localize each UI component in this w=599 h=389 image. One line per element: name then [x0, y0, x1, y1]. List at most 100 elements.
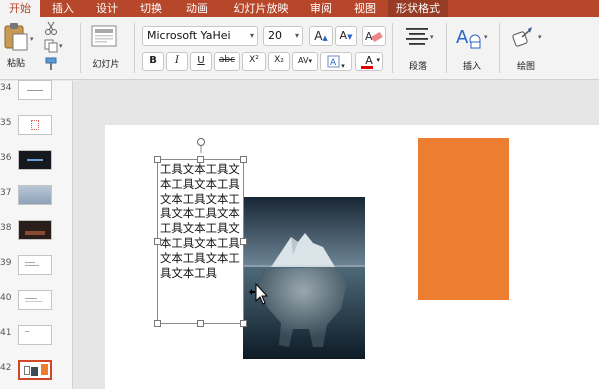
superscript-button[interactable]: X²	[242, 52, 266, 71]
strikethrough-button[interactable]: abc	[214, 52, 240, 71]
resize-handle[interactable]	[197, 156, 204, 163]
text-effects-icon: A	[327, 55, 340, 68]
tab-insert[interactable]: 插入	[46, 0, 80, 17]
resize-handle[interactable]	[154, 156, 161, 163]
chevron-down-icon: ▾	[249, 31, 254, 40]
thumbnail-number: 36	[0, 153, 12, 163]
format-painter-icon[interactable]	[44, 57, 58, 71]
thumb-line	[25, 262, 35, 263]
slide-thumbnail[interactable]	[18, 220, 52, 240]
separator	[446, 23, 447, 73]
separator	[134, 23, 135, 73]
thumb-mark	[25, 231, 45, 235]
menu-bar: 开始 插入 设计 切换 动画 幻灯片放映 审阅 视图 形状格式	[0, 0, 599, 17]
orange-rectangle[interactable]	[418, 138, 509, 300]
move-cursor-icon	[249, 283, 269, 305]
iceberg-picture	[243, 197, 365, 359]
rotate-handle-icon[interactable]	[196, 137, 206, 153]
tab-design[interactable]: 设计	[90, 0, 124, 17]
thumb-line	[27, 90, 43, 91]
draw-label: 绘图	[516, 62, 535, 72]
thumb-line	[25, 265, 39, 266]
thumb-mark	[24, 366, 30, 375]
svg-text:A: A	[456, 27, 469, 48]
separator	[499, 23, 500, 73]
insert-button[interactable]: A ▾ 插入	[452, 23, 494, 72]
slide-thumbnail[interactable]	[18, 115, 52, 135]
subscript-button[interactable]: X₂	[268, 52, 290, 71]
eraser-icon: A	[365, 30, 383, 43]
copy-dropdown-icon[interactable]: ▾	[59, 42, 63, 50]
tab-slideshow[interactable]: 幻灯片放映	[228, 0, 294, 17]
slide-thumbnail[interactable]	[18, 255, 52, 275]
ribbon: 粘贴 ▾ ▾ 幻灯片 Microsoft YaHei ▾ 20 ▾ A▲ A▼	[0, 17, 599, 80]
thumbnail-number: 37	[0, 188, 12, 198]
font-size-select[interactable]: 20 ▾	[263, 26, 303, 46]
tab-animations[interactable]: 动画	[180, 0, 214, 17]
slide-thumbnail-selected[interactable]	[18, 360, 52, 380]
textbox-selection-frame	[157, 159, 244, 324]
grow-font-button[interactable]: A▲	[309, 26, 333, 46]
align-text-icon	[406, 28, 428, 45]
insert-label: 插入	[462, 62, 481, 72]
thumb-line	[25, 301, 43, 302]
paragraph-button[interactable]: ▾ 段落	[400, 23, 442, 72]
thumb-line	[27, 159, 43, 161]
slide-thumbnail[interactable]	[18, 150, 52, 170]
arrow-down-icon: ▼	[347, 33, 353, 41]
resize-handle[interactable]	[240, 156, 247, 163]
chevron-down-icon: ▾	[538, 33, 542, 41]
thumb-mark	[31, 120, 39, 130]
font-name-value: Microsoft YaHei	[147, 29, 231, 42]
tab-view[interactable]: 视图	[348, 0, 382, 17]
thumb-mark	[41, 364, 48, 375]
resize-handle[interactable]	[197, 320, 204, 327]
resize-handle[interactable]	[154, 320, 161, 327]
chevron-down-icon: ▾	[376, 56, 380, 64]
slides-label: 幻灯片	[92, 60, 120, 70]
arrow-up-icon: ▲	[322, 34, 328, 42]
bold-button[interactable]: B	[142, 52, 164, 71]
font-name-select[interactable]: Microsoft YaHei ▾	[142, 26, 258, 46]
thumbnail-number: 34	[0, 83, 12, 93]
paste-dropdown-icon[interactable]: ▾	[30, 35, 34, 43]
clear-formatting-button[interactable]: A	[362, 26, 386, 46]
shrink-font-letter: A	[339, 29, 348, 42]
chevron-down-icon: ▾	[294, 31, 299, 40]
tab-shape-format[interactable]: 形状格式	[388, 0, 448, 17]
scissors-icon[interactable]	[44, 21, 58, 35]
tab-home[interactable]: 开始	[0, 0, 40, 17]
char-spacing-letters: AV	[298, 56, 309, 65]
resize-handle[interactable]	[240, 320, 247, 327]
new-slide-button[interactable]: 幻灯片	[87, 21, 123, 70]
iceberg-image[interactable]	[243, 197, 365, 359]
thumbnail-number: 39	[0, 258, 12, 268]
text-effects-button[interactable]: A ▾	[320, 52, 352, 71]
italic-button[interactable]: I	[166, 52, 188, 71]
font-color-button[interactable]: A ▾	[355, 52, 383, 71]
slide-thumbnail[interactable]	[18, 325, 52, 345]
slide-thumbnail[interactable]	[18, 290, 52, 310]
svg-text:A: A	[330, 58, 337, 68]
chevron-down-icon: ▾	[341, 62, 345, 70]
thumb-line	[25, 331, 29, 332]
slide-thumbnail[interactable]	[18, 185, 52, 205]
slide-thumbnail-panel: 34 35 36 37 38 39 40 41 42	[0, 80, 73, 389]
resize-handle[interactable]	[154, 238, 161, 245]
tab-review[interactable]: 审阅	[304, 0, 338, 17]
thumbnail-number: 40	[0, 293, 12, 303]
slide-thumbnail[interactable]	[18, 80, 52, 100]
draw-button[interactable]: ▾ 绘图	[506, 23, 548, 72]
paint-bucket-icon	[512, 27, 532, 47]
copy-icon[interactable]	[44, 39, 58, 53]
character-spacing-button[interactable]: AV▾	[292, 52, 318, 71]
thumbnail-number: 38	[0, 223, 12, 233]
paste-button[interactable]: 粘贴	[2, 20, 30, 69]
resize-handle[interactable]	[240, 238, 247, 245]
chevron-down-icon: ▾	[308, 57, 312, 65]
separator	[80, 23, 81, 73]
chevron-down-icon: ▾	[430, 33, 434, 41]
tab-transitions[interactable]: 切换	[134, 0, 168, 17]
underline-button[interactable]: U	[190, 52, 212, 71]
shrink-font-button[interactable]: A▼	[335, 26, 357, 46]
